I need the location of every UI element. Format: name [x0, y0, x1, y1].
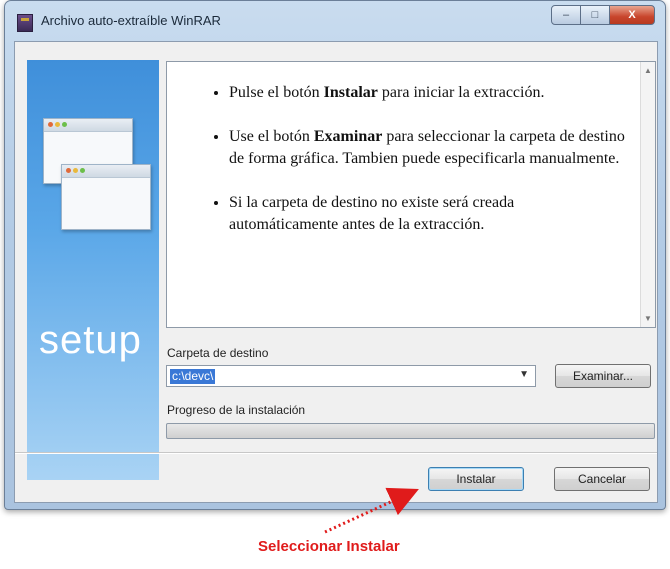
annotation-arrow-icon [324, 487, 419, 534]
annotation-label: Seleccionar Instalar [258, 538, 400, 555]
